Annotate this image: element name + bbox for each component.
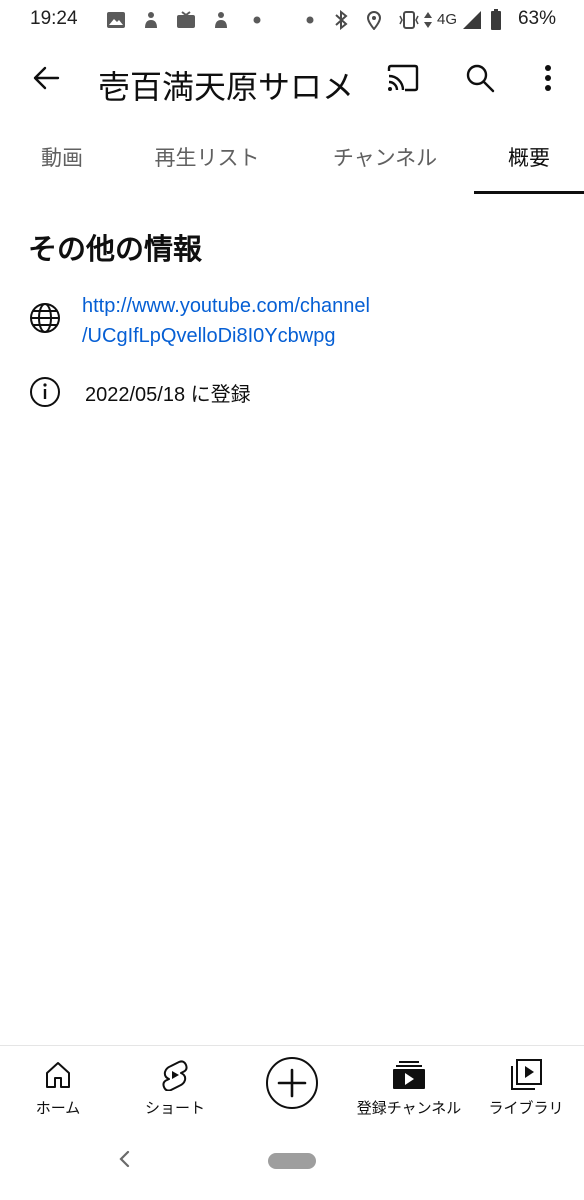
create-button[interactable] [265,1056,319,1114]
section-title: その他の情報 [28,232,203,266]
tv-icon [176,10,196,30]
app-notification-icon [142,10,160,30]
dot-icon [306,10,314,30]
cast-icon [385,63,419,97]
status-time: 19:24 [30,8,78,29]
library-icon [509,1058,543,1092]
more-options-button[interactable] [526,58,570,102]
signal-icon [462,10,482,30]
battery-icon [490,9,502,30]
back-arrow-icon [31,63,61,97]
nav-home-label: ホーム [35,1099,81,1117]
tab-channels[interactable]: チャンネル [310,120,460,194]
nav-shorts-label: ショート [144,1099,205,1117]
info-icon [28,375,62,409]
globe-icon [28,301,62,335]
subscriptions-icon [392,1058,426,1092]
bluetooth-icon [333,10,349,30]
back-button[interactable] [24,58,68,102]
channel-link-line1[interactable]: http://www.youtube.com/channel [82,291,562,321]
cast-button[interactable] [380,58,424,102]
nav-subscriptions-label: 登録チャンネル [356,1099,462,1117]
nav-home[interactable]: ホーム [18,1046,98,1136]
channel-tabs: 動画 再生リスト チャンネル 概要 [0,120,584,194]
joined-date: 2022/05/18 に登録 [85,384,251,406]
network-type: 4G [437,11,458,28]
vibrate-icon [398,10,420,30]
home-icon [41,1058,75,1092]
channel-link[interactable]: http://www.youtube.com/channel /UCgIfLpQ… [82,291,562,351]
tab-videos[interactable]: 動画 [20,120,104,194]
system-home-pill[interactable] [268,1153,316,1169]
create-plus-icon [265,1056,319,1114]
location-icon [366,10,382,30]
chevron-left-icon [117,1149,131,1173]
tab-playlists[interactable]: 再生リスト [132,120,282,194]
gallery-icon [106,10,126,30]
app-header: 壱百満天原サロメ [0,40,584,120]
channel-link-line2[interactable]: /UCgIfLpQvelloDi8I0Ycbwpg [82,321,562,351]
nav-subscriptions[interactable]: 登録チャンネル [346,1046,472,1136]
active-tab-indicator [474,191,584,194]
system-back-button[interactable] [112,1149,136,1173]
tab-about[interactable]: 概要 [474,120,584,194]
nav-library-label: ライブラリ [488,1099,564,1117]
system-navigation-bar [0,1135,584,1200]
data-arrows-icon [423,10,433,30]
dot-icon [253,10,261,30]
app-notification-icon [212,10,230,30]
page-title: 壱百満天原サロメ [98,68,355,106]
more-vert-icon [544,64,552,96]
nav-shorts[interactable]: ショート [132,1046,218,1136]
status-bar: 19:24 4G 63% [0,0,584,40]
shorts-icon [158,1058,192,1092]
bottom-navigation: ホーム ショート 登録チャンネル ライブラリ [0,1045,584,1135]
search-icon [465,63,495,97]
battery-percent: 63% [517,8,556,29]
search-button[interactable] [458,58,502,102]
nav-library[interactable]: ライブラリ [480,1046,572,1136]
